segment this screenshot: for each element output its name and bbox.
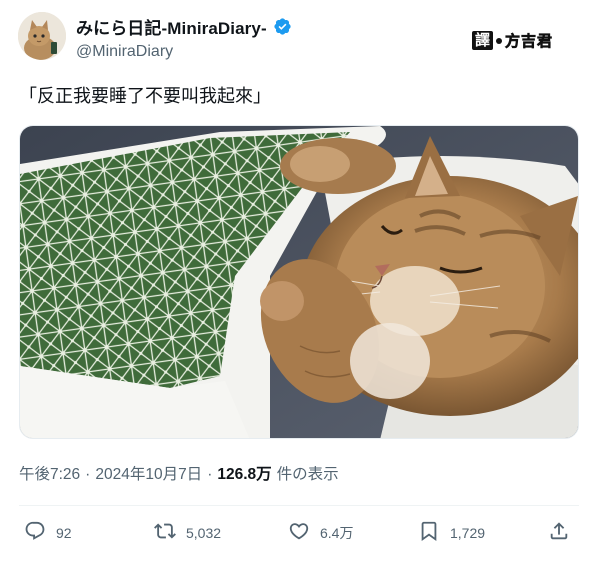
meta-separator: · [207,466,213,483]
tweet-date[interactable]: 2024年10月7日 [95,462,202,484]
views-label: 件の表示 [276,466,339,483]
watermark-text: 方吉君 [504,33,553,51]
bookmark-button[interactable]: 1,729 [418,520,485,545]
author-names: みにら日記-MiniraDiary- @MiniraDiary [76,14,292,61]
share-button[interactable] [548,520,570,545]
heart-icon [288,520,310,545]
reply-button[interactable]: 92 [24,520,72,545]
author-handle[interactable]: @MiniraDiary [76,43,292,61]
display-name[interactable]: みにら日記-MiniraDiary- [76,14,267,39]
retweet-count: 5,032 [186,524,222,541]
watermark: 譯 方吉君 [471,30,553,51]
share-icon [548,520,570,545]
reply-count: 92 [56,524,72,541]
like-count: 6.4万 [320,524,354,541]
meta-separator: · [85,466,91,483]
retweet-button[interactable]: 5,032 [154,520,221,545]
tweet-text: 「反正我要睡了不要叫我起來」 [19,86,271,106]
retweet-icon [154,520,176,545]
tweet-photo[interactable] [19,125,579,439]
action-bar: 92 5,032 6.4万 1,729 [24,520,574,550]
tweet-meta: 午後7:26 · 2024年10月7日 · 126.8万 件の表示 [19,462,339,484]
like-button[interactable]: 6.4万 [288,520,353,545]
divider [19,505,579,506]
verified-badge-icon [273,17,292,36]
views-count: 126.8万 [217,466,272,483]
bookmark-icon [418,520,440,545]
tweet-time[interactable]: 午後7:26 [19,462,80,484]
watermark-box: 譯 [471,31,493,50]
watermark-dot [495,37,502,44]
bookmark-count: 1,729 [450,524,486,541]
avatar[interactable] [18,12,66,60]
tweet-header: みにら日記-MiniraDiary- @MiniraDiary 譯 方吉君 [18,12,578,64]
reply-icon [24,520,46,545]
